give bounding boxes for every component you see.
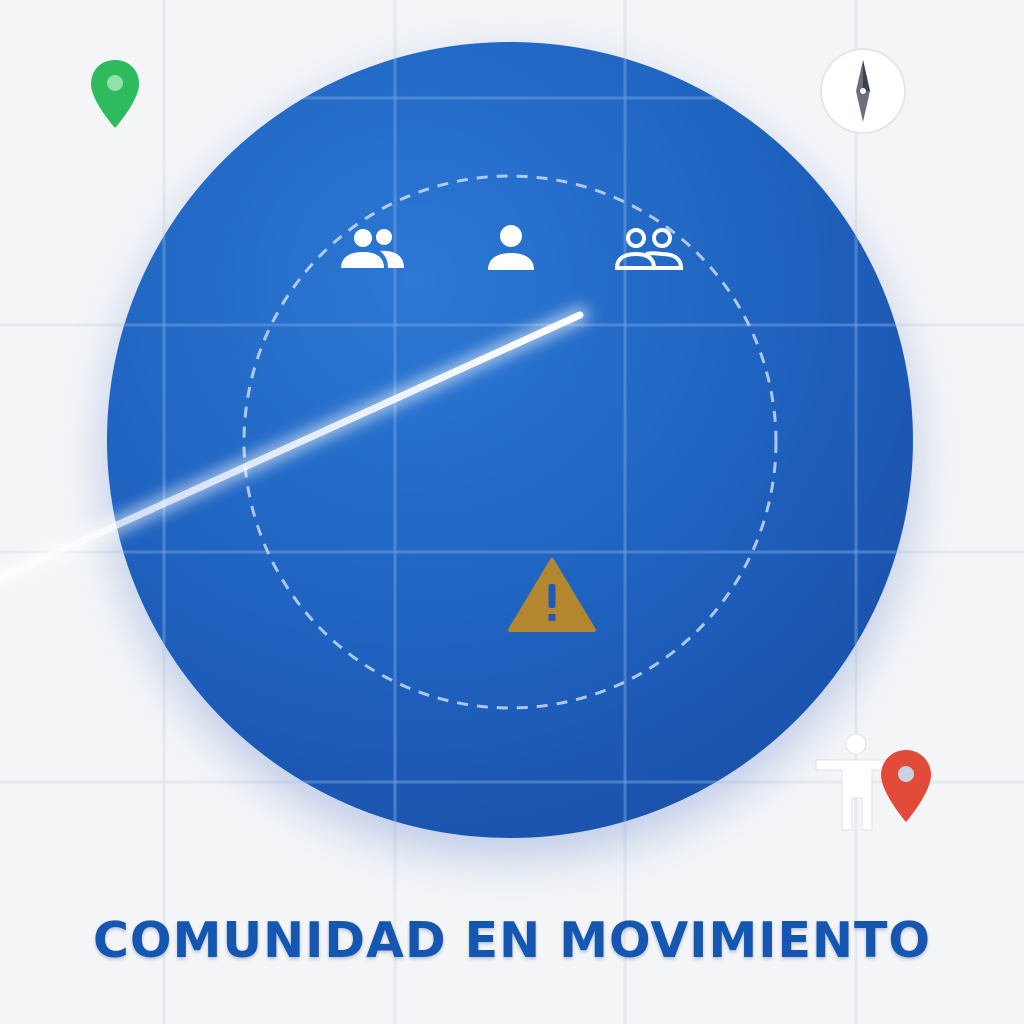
map-pin-icon [91, 60, 139, 128]
person-icon [488, 225, 534, 270]
warning-icon [508, 558, 596, 632]
group-outline-icon [614, 228, 684, 270]
group-icon [341, 229, 404, 268]
page-title: COMUNIDAD EN MOVIMIENTO [92, 912, 932, 969]
illustration: COMUNIDAD EN MOVIMIENTO [0, 0, 1024, 1024]
globe-body [107, 42, 913, 838]
compass-icon [820, 48, 906, 134]
map-pin-icon [881, 750, 931, 822]
radar-globe [0, 42, 913, 838]
